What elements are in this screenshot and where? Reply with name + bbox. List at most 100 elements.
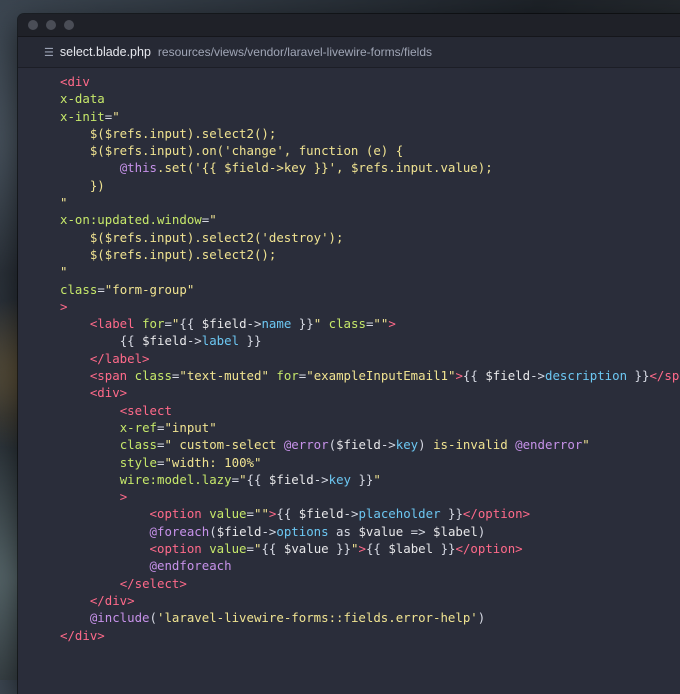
code-token: }} xyxy=(433,541,456,557)
code-token: $value xyxy=(283,541,329,557)
code-token: is-invalid xyxy=(425,437,516,453)
code-token: $($refs.input).select2(); xyxy=(89,246,277,262)
code-token: value xyxy=(209,506,247,522)
code-token: options xyxy=(276,523,329,539)
code-token: style xyxy=(119,454,157,470)
code-token: <option xyxy=(149,541,210,557)
code-token: = xyxy=(231,471,240,487)
code-line: > xyxy=(18,298,680,315)
code-token: key xyxy=(328,471,351,487)
code-line: <select xyxy=(18,402,680,419)
code-token: class xyxy=(134,368,172,384)
code-token: > xyxy=(358,541,366,557)
code-line: x-data xyxy=(18,90,680,107)
code-token: $field xyxy=(336,437,381,453)
close-window-button[interactable] xyxy=(28,20,38,30)
code-line: x-ref="input" xyxy=(18,419,680,436)
minimize-window-button[interactable] xyxy=(46,20,56,30)
code-token: " custom-select xyxy=(164,437,284,453)
code-token: <div> xyxy=(89,385,128,401)
code-token: }} xyxy=(239,333,262,349)
code-token: -> xyxy=(380,437,396,453)
code-token: @enderror xyxy=(515,437,583,453)
code-line: $($refs.input).select2(); xyxy=(18,125,680,142)
code-token: for xyxy=(142,316,165,332)
code-line: " xyxy=(18,194,680,211)
code-token: " xyxy=(582,437,590,453)
code-token: @this xyxy=(119,160,157,176)
code-token: {{ xyxy=(179,316,202,332)
code-token: "text-muted" xyxy=(179,368,269,384)
code-token: label xyxy=(201,333,240,349)
code-token: x-data xyxy=(60,91,105,107)
code-token: "exampleInputEmail1" xyxy=(306,368,456,384)
code-line: </div> xyxy=(18,627,680,644)
code-token: $label xyxy=(388,541,434,557)
code-token: "" xyxy=(254,506,269,522)
code-token: ) xyxy=(477,610,486,626)
code-token: }} xyxy=(440,506,463,522)
code-token: <label xyxy=(89,316,143,332)
code-token: = xyxy=(246,541,254,557)
code-token: = xyxy=(246,506,254,522)
code-line: }) xyxy=(18,177,680,194)
code-token: as xyxy=(328,523,359,539)
code-line: class=" custom-select @error($field->key… xyxy=(18,436,680,453)
code-token: $($refs.input).select2(); xyxy=(89,125,277,141)
file-lines-icon: ☰ xyxy=(44,46,54,59)
code-token: > xyxy=(119,489,128,505)
code-token: x-on:updated.window xyxy=(60,212,202,228)
code-token: {{ xyxy=(246,471,269,487)
code-token: -> xyxy=(530,368,545,384)
code-token: ( xyxy=(328,437,337,453)
code-token: -> xyxy=(246,316,262,332)
code-token: }) xyxy=(89,177,105,193)
code-token: " xyxy=(60,195,68,211)
code-line: @endforeach xyxy=(18,557,680,574)
code-line: @this.set('{{ $field->key }}', $refs.inp… xyxy=(18,159,680,176)
code-line: wire:model.lazy="{{ $field->key }}" xyxy=(18,471,680,488)
code-editor[interactable]: <div x-data x-init=" $($refs.input).select… xyxy=(18,68,680,644)
code-token: }} xyxy=(291,316,314,332)
code-token: $($refs.input).select2('destroy'); xyxy=(89,229,344,245)
code-line: <div> xyxy=(18,384,680,401)
code-token: value xyxy=(209,541,247,557)
zoom-window-button[interactable] xyxy=(64,20,74,30)
code-line: $($refs.input).select2('destroy'); xyxy=(18,229,680,246)
code-token: class xyxy=(328,316,366,332)
code-token: {{ xyxy=(119,333,143,349)
code-token: " xyxy=(209,212,217,228)
code-line: @include('laravel-livewire-forms::fields… xyxy=(18,609,680,626)
code-token: key xyxy=(395,437,419,453)
code-token: ( xyxy=(149,610,157,626)
code-token: {{ xyxy=(462,368,486,384)
code-line: @foreach($field->options as $value => $l… xyxy=(18,523,680,540)
code-token: <span xyxy=(89,368,135,384)
code-token: $field xyxy=(268,471,314,487)
code-token: $field xyxy=(216,523,262,539)
file-tab[interactable]: ☰ select.blade.php resources/views/vendo… xyxy=(18,37,680,68)
code-token: </div> xyxy=(89,592,135,608)
code-token: -> xyxy=(261,523,277,539)
code-token: wire:model.lazy xyxy=(119,471,232,487)
code-token: $field xyxy=(201,316,247,332)
code-token: </option> xyxy=(455,541,523,557)
code-token: "" xyxy=(373,316,389,332)
code-token: " xyxy=(112,108,120,124)
code-line: x-init=" xyxy=(18,108,680,125)
code-line: $($refs.input).on('change', function (e)… xyxy=(18,142,680,159)
code-token: $field xyxy=(298,506,344,522)
code-line: <label for="{{ $field->name }}" class=""… xyxy=(18,315,680,332)
editor-window: ☰ select.blade.php resources/views/vendo… xyxy=(18,14,680,694)
